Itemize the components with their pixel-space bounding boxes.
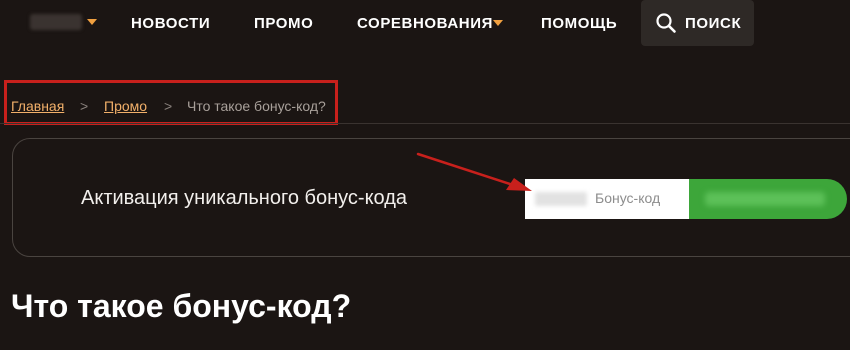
blurred-text — [535, 192, 587, 206]
annotation-arrow-icon — [416, 152, 532, 191]
nav-item-promo[interactable]: ПРОМО — [254, 15, 313, 32]
search-icon — [656, 13, 676, 33]
nav-item-news[interactable]: НОВОСТИ — [131, 15, 210, 32]
nav-item-help[interactable]: ПОМОЩЬ — [541, 15, 617, 32]
chevron-down-icon[interactable] — [87, 19, 97, 25]
breadcrumb-current: Что такое бонус-код? — [187, 98, 326, 114]
breadcrumb-link-promo[interactable]: Промо — [104, 98, 147, 114]
page-title: Что такое бонус-код? — [11, 288, 352, 324]
divider — [0, 123, 850, 124]
chevron-down-icon[interactable] — [493, 20, 503, 26]
blurred-button-label — [705, 192, 825, 206]
bonus-code-input[interactable]: Бонус-код — [525, 179, 691, 219]
breadcrumb-separator: > — [80, 98, 89, 114]
breadcrumb-link-home[interactable]: Главная — [11, 98, 64, 114]
nav-item-competitions[interactable]: СОРЕВНОВАНИЯ — [357, 15, 493, 32]
bonus-code-placeholder: Бонус-код — [595, 190, 661, 206]
search-label: ПОИСК — [685, 15, 742, 32]
site-logo[interactable] — [30, 14, 82, 30]
breadcrumb-separator: > — [164, 98, 173, 114]
activate-button[interactable] — [689, 179, 847, 219]
search-button[interactable]: ПОИСК — [641, 0, 754, 46]
promo-title: Активация уникального бонус-кода — [81, 187, 408, 209]
top-navigation: НОВОСТИ ПРОМО СОРЕВНОВАНИЯ ПОМОЩЬ ПОИСК — [0, 0, 850, 48]
